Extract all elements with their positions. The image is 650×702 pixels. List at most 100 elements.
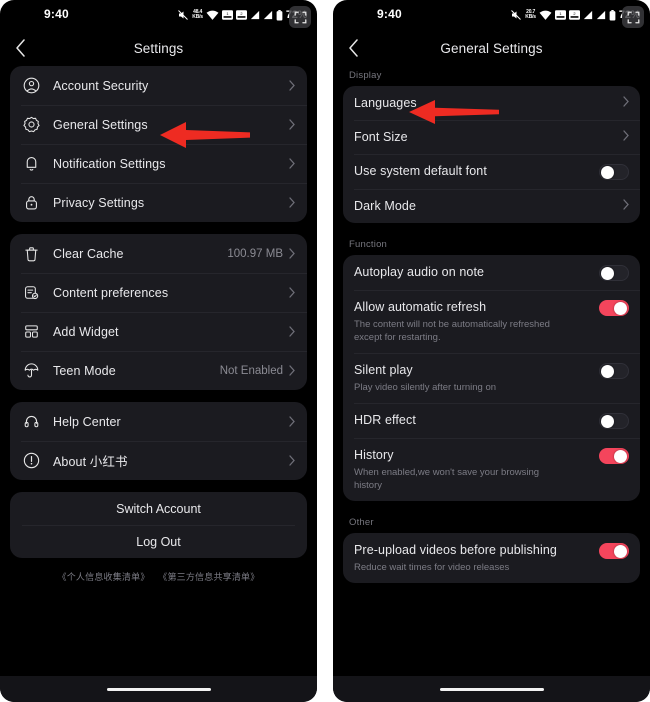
setting-row-history[interactable]: History When enabled,we won't save your …	[343, 438, 640, 501]
setting-row-silent-play[interactable]: Silent play Play video silently after tu…	[343, 353, 640, 403]
back-chevron-icon[interactable]	[343, 38, 363, 58]
sidebar-item-content-preferences[interactable]: Content preferences	[10, 273, 307, 312]
row-label: General Settings	[53, 117, 148, 132]
toggle-allow-automatic-refresh[interactable]	[599, 300, 629, 316]
back-chevron-icon[interactable]	[10, 38, 30, 58]
sidebar-item-general-settings[interactable]: General Settings	[10, 105, 307, 144]
settings-group-help: Help Center About 小红书	[10, 402, 307, 480]
general-settings-list: Display Languages Font Size Use system d…	[333, 66, 650, 676]
row-title: Font Size	[354, 130, 408, 144]
setting-row-allow-automatic-refresh[interactable]: Allow automatic refresh The content will…	[343, 290, 640, 353]
row-value: Not Enabled	[219, 364, 283, 377]
settings-group-account: Account Security General Settings Notifi…	[10, 66, 307, 222]
sidebar-item-privacy-settings[interactable]: Privacy Settings	[10, 183, 307, 222]
toggle-knob	[614, 302, 627, 315]
setting-row-autoplay-audio[interactable]: Autoplay audio on note	[343, 255, 640, 290]
row-label: About 小红书	[53, 455, 128, 469]
toggle-history[interactable]	[599, 448, 629, 464]
row-label: Teen Mode	[53, 363, 116, 378]
switch-account-button[interactable]: Switch Account	[10, 492, 307, 525]
sim1-icon: 1	[221, 10, 233, 20]
chevron-right-icon	[289, 197, 297, 208]
setting-row-languages[interactable]: Languages	[343, 86, 640, 120]
third-party-share-link[interactable]: 《第三方信息共享清单》	[158, 572, 259, 582]
signal1-icon	[250, 10, 260, 20]
toggle-knob	[601, 415, 614, 428]
account-actions-card: Switch Account Log Out	[10, 492, 307, 558]
row-title: Allow automatic refresh	[354, 300, 487, 314]
signal2-icon	[596, 10, 606, 20]
row-label: Clear Cache	[53, 246, 124, 261]
svg-text:2: 2	[240, 11, 242, 16]
toggle-knob	[614, 450, 627, 463]
mute-icon	[178, 10, 189, 20]
row-label: Privacy Settings	[53, 195, 145, 210]
sidebar-item-notification-settings[interactable]: Notification Settings	[10, 144, 307, 183]
chevron-right-icon	[289, 119, 297, 130]
net-speed-unit: KB/s	[192, 14, 203, 20]
chevron-right-icon	[289, 248, 297, 259]
setting-row-font-size[interactable]: Font Size	[343, 120, 640, 154]
row-title: Use system default font	[354, 164, 487, 178]
row-title: History	[354, 448, 394, 462]
setting-row-dark-mode[interactable]: Dark Mode	[343, 189, 640, 223]
row-subtitle: When enabled,we won't save your browsing…	[354, 467, 540, 491]
sidebar-item-add-widget[interactable]: Add Widget	[10, 312, 307, 351]
section-label-display: Display	[349, 70, 382, 81]
row-title: Autoplay audio on note	[354, 265, 485, 279]
sidebar-item-account-security[interactable]: Account Security	[10, 66, 307, 105]
signal2-icon	[263, 10, 273, 20]
chevron-right-icon	[289, 455, 297, 466]
net-speed-unit: KB/s	[525, 14, 536, 20]
settings-list-left: Account Security General Settings Notifi…	[0, 66, 317, 676]
row-subtitle: The content will not be automatically re…	[354, 319, 550, 343]
page-title: Settings	[133, 40, 184, 56]
home-indicator[interactable]	[106, 687, 211, 691]
trash-icon	[21, 244, 41, 264]
headset-icon	[21, 412, 41, 432]
chevron-right-icon	[623, 198, 629, 210]
setting-row-pre-upload-videos[interactable]: Pre-upload videos before publishing Redu…	[343, 533, 640, 583]
sidebar-item-clear-cache[interactable]: Clear Cache 100.97 MB	[10, 234, 307, 273]
home-indicator-area-right	[333, 676, 650, 702]
row-label: Notification Settings	[53, 156, 166, 171]
nav-bar-right: General Settings	[333, 30, 650, 66]
toggle-pre-upload-videos[interactable]	[599, 543, 629, 559]
toggle-hdr-effect[interactable]	[599, 413, 629, 429]
personal-info-list-link[interactable]: 《个人信息收集清单》	[58, 572, 150, 582]
footer-links: 《个人信息收集清单》 《第三方信息共享清单》	[10, 570, 307, 583]
phone-left-settings: 9:40 48.4 KB/s 1 2 Settings Account Secu…	[0, 0, 317, 702]
toggle-silent-play[interactable]	[599, 363, 629, 379]
sidebar-item-about[interactable]: About 小红书	[10, 441, 307, 480]
chevron-right-icon	[623, 95, 629, 107]
screenshot-icon[interactable]	[622, 6, 644, 28]
chevron-right-icon	[289, 287, 297, 298]
gear-icon	[21, 115, 41, 135]
wifi-icon	[539, 10, 552, 20]
phone-right-general-settings: 9:40 20.7 KB/s 1 2 General Settings Disp…	[333, 0, 650, 702]
home-indicator-area-left	[0, 676, 317, 702]
widget-icon	[21, 322, 41, 342]
section-label-other: Other	[349, 517, 374, 528]
screenshot-icon[interactable]	[289, 6, 311, 28]
wifi-icon	[206, 10, 219, 20]
info-circle-icon	[21, 451, 41, 471]
sidebar-item-help-center[interactable]: Help Center	[10, 402, 307, 441]
home-indicator[interactable]	[439, 687, 544, 691]
status-icons-left: 48.4 KB/s 1 2	[177, 8, 307, 22]
toggle-autoplay-audio[interactable]	[599, 265, 629, 281]
setting-row-hdr-effect[interactable]: HDR effect	[343, 403, 640, 438]
log-out-button[interactable]: Log Out	[10, 525, 307, 558]
row-label: Help Center	[53, 414, 121, 429]
row-label: Content preferences	[53, 285, 169, 300]
row-label: Account Security	[53, 78, 149, 93]
sidebar-item-teen-mode[interactable]: Teen Mode Not Enabled	[10, 351, 307, 390]
toggle-use-system-default-font[interactable]	[599, 164, 629, 180]
account-circle-icon	[21, 76, 41, 96]
section-label-function: Function	[349, 239, 388, 250]
toggle-knob	[601, 166, 614, 179]
setting-row-use-system-default-font[interactable]: Use system default font	[343, 154, 640, 189]
network-speed-icon: 48.4 KB/s	[192, 9, 203, 21]
signal1-icon	[583, 10, 593, 20]
battery-icon	[276, 9, 283, 20]
